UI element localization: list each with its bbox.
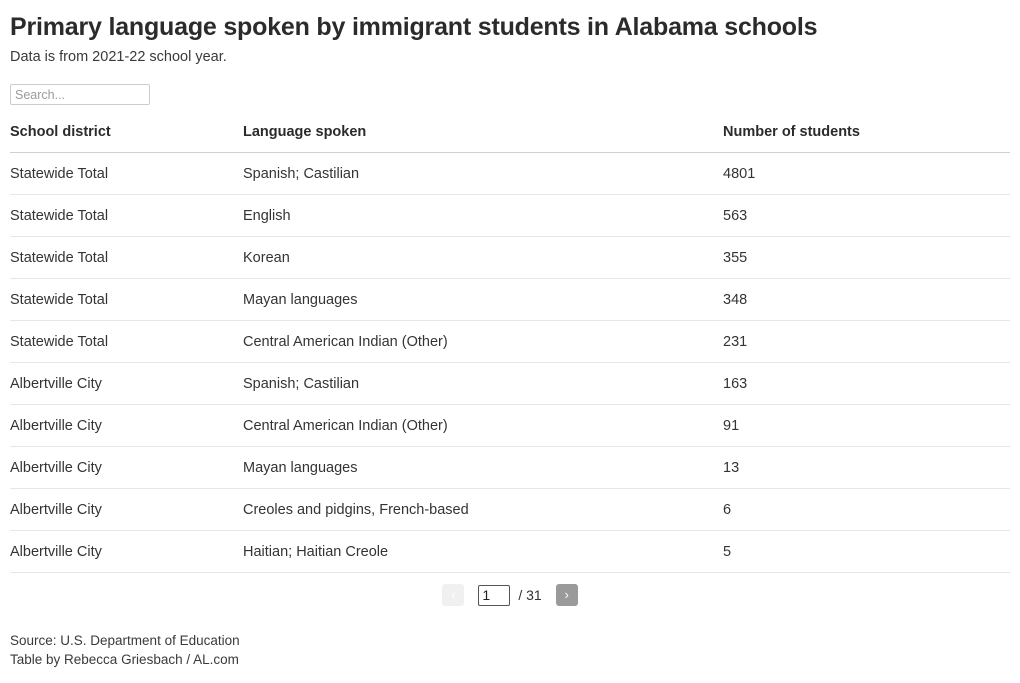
column-header-school-district: School district <box>10 124 243 153</box>
cell-number-of-students: 13 <box>723 446 1010 489</box>
footer-credit: Table by Rebecca Griesbach / AL.com <box>10 652 239 667</box>
cell-language-spoken: Mayan languages <box>243 446 723 489</box>
cell-school-district: Albertville City <box>10 530 243 573</box>
cell-number-of-students: 355 <box>723 236 1010 279</box>
search-input[interactable] <box>10 84 150 105</box>
footer-source: Source: U.S. Department of Education <box>10 633 240 648</box>
table-row: Statewide Total Spanish; Castilian 4801 <box>10 152 1010 195</box>
cell-school-district: Statewide Total <box>10 194 243 237</box>
cell-school-district: Albertville City <box>10 488 243 531</box>
cell-language-spoken: Haitian; Haitian Creole <box>243 530 723 573</box>
cell-language-spoken: English <box>243 194 723 237</box>
total-pages-label: / 31 <box>518 587 542 603</box>
column-header-language-spoken: Language spoken <box>243 124 723 153</box>
column-header-number-of-students: Number of students <box>723 124 1010 153</box>
table-row: Albertville City Spanish; Castilian 163 <box>10 362 1010 405</box>
cell-school-district: Statewide Total <box>10 236 243 279</box>
data-table: School district Language spoken Number o… <box>10 124 1010 573</box>
next-page-button[interactable]: › <box>555 584 578 606</box>
cell-language-spoken: Creoles and pidgins, French-based <box>243 488 723 531</box>
cell-number-of-students: 348 <box>723 278 1010 321</box>
cell-school-district: Albertville City <box>10 362 243 405</box>
table-row: Albertville City Mayan languages 13 <box>10 446 1010 489</box>
cell-language-spoken: Central American Indian (Other) <box>243 404 723 447</box>
cell-school-district: Statewide Total <box>10 152 243 195</box>
page-number-input[interactable] <box>478 584 511 606</box>
table-row: Statewide Total Central American Indian … <box>10 320 1010 363</box>
cell-number-of-students: 91 <box>723 404 1010 447</box>
table-header-row: School district Language spoken Number o… <box>10 124 1010 153</box>
page-subtitle: Data is from 2021-22 school year. <box>10 49 227 65</box>
cell-number-of-students: 163 <box>723 362 1010 405</box>
table-body: Statewide Total Spanish; Castilian 4801 … <box>10 152 1010 573</box>
cell-language-spoken: Spanish; Castilian <box>243 152 723 195</box>
previous-page-button[interactable]: ‹ <box>442 584 465 606</box>
cell-number-of-students: 563 <box>723 194 1010 237</box>
footer: Source: U.S. Department of Education Tab… <box>10 606 1010 669</box>
table-header: School district Language spoken Number o… <box>10 124 1010 153</box>
table-row: Statewide Total Korean 355 <box>10 236 1010 279</box>
table-row: Albertville City Creoles and pidgins, Fr… <box>10 488 1010 531</box>
pagination: ‹ / 31 › <box>10 573 1010 606</box>
table-row: Albertville City Haitian; Haitian Creole… <box>10 530 1010 573</box>
cell-number-of-students: 5 <box>723 530 1010 573</box>
cell-language-spoken: Mayan languages <box>243 278 723 321</box>
cell-number-of-students: 231 <box>723 320 1010 363</box>
cell-language-spoken: Spanish; Castilian <box>243 362 723 405</box>
cell-school-district: Statewide Total <box>10 278 243 321</box>
page-container: Primary language spoken by immigrant stu… <box>0 0 1020 669</box>
search-container <box>10 66 1010 105</box>
cell-language-spoken: Korean <box>243 236 723 279</box>
cell-language-spoken: Central American Indian (Other) <box>243 320 723 363</box>
cell-school-district: Albertville City <box>10 446 243 489</box>
cell-school-district: Albertville City <box>10 404 243 447</box>
table-row: Statewide Total Mayan languages 348 <box>10 278 1010 321</box>
cell-number-of-students: 6 <box>723 488 1010 531</box>
table-row: Statewide Total English 563 <box>10 194 1010 237</box>
cell-number-of-students: 4801 <box>723 152 1010 195</box>
cell-school-district: Statewide Total <box>10 320 243 363</box>
table-row: Albertville City Central American Indian… <box>10 404 1010 447</box>
page-title: Primary language spoken by immigrant stu… <box>10 13 818 41</box>
